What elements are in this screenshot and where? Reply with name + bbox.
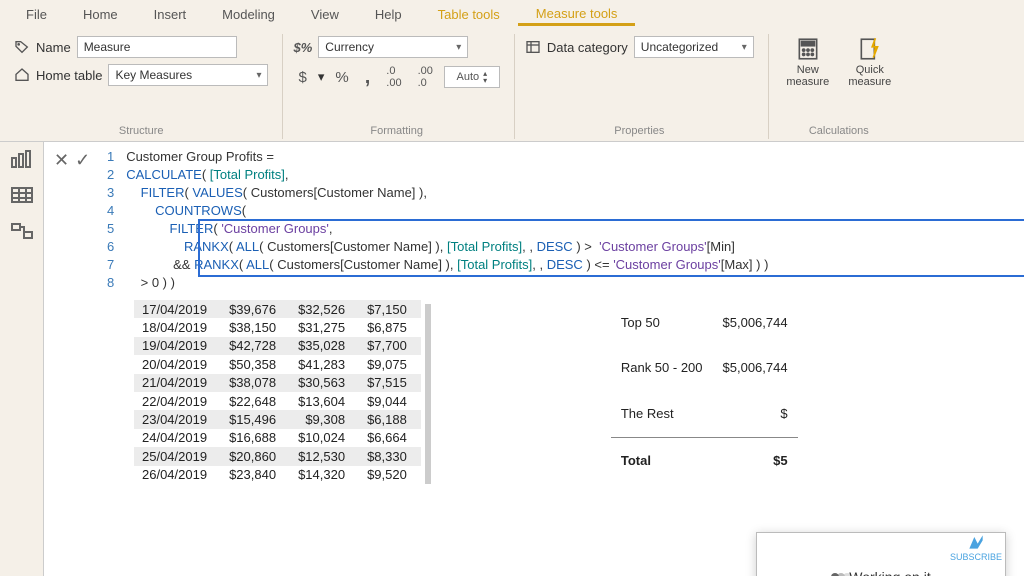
left-data-table[interactable]: 17/04/2019$39,676$32,526$7,15018/04/2019… bbox=[134, 300, 421, 484]
right-summary-table[interactable]: Top 50$5,006,744Rank 50 - 200$5,006,744T… bbox=[611, 300, 798, 484]
decrease-decimal-button[interactable]: .0.00 bbox=[381, 64, 406, 90]
working-text: Working on it bbox=[849, 569, 930, 576]
chevron-down-icon: ▾ bbox=[742, 42, 747, 53]
group-label-properties: Properties bbox=[525, 121, 754, 137]
table-row[interactable]: 17/04/2019$39,676$32,526$7,150 bbox=[134, 300, 421, 318]
data-category-select[interactable]: Uncategorized▾ bbox=[634, 36, 754, 58]
thousands-button[interactable]: , bbox=[360, 65, 376, 90]
table-row[interactable]: 23/04/2019$15,496$9,308$6,188 bbox=[134, 410, 421, 428]
subscribe-watermark: SUBSCRIBE bbox=[950, 532, 1002, 562]
table-row[interactable]: 24/04/2019$16,688$10,024$6,664 bbox=[134, 429, 421, 447]
cancel-formula-button[interactable]: ✕ bbox=[54, 150, 69, 171]
table-row[interactable]: Top 50$5,006,744 bbox=[611, 300, 798, 345]
table-row[interactable]: 21/04/2019$38,078$30,563$7,515 bbox=[134, 374, 421, 392]
home-icon bbox=[14, 67, 30, 83]
model-view-icon[interactable] bbox=[10, 222, 34, 240]
tag-icon bbox=[14, 39, 30, 55]
table-row[interactable]: The Rest$ bbox=[611, 391, 798, 438]
table-row[interactable]: 25/04/2019$20,860$12,530$8,330 bbox=[134, 447, 421, 465]
home-table-select[interactable]: Key Measures▾ bbox=[108, 64, 268, 86]
group-label-structure: Structure bbox=[14, 121, 268, 137]
format-select[interactable]: Currency▾ bbox=[318, 36, 468, 58]
ribbon-group-properties: Data category Uncategorized▾ Properties bbox=[515, 34, 769, 139]
report-view-icon[interactable] bbox=[10, 150, 34, 168]
formula-bar: ✕ ✓ 1Customer Group Profits = 2CALCULATE… bbox=[54, 148, 1014, 292]
menu-table-tools[interactable]: Table tools bbox=[420, 3, 518, 26]
increase-decimal-button[interactable]: .00.0 bbox=[413, 64, 438, 90]
menu-insert[interactable]: Insert bbox=[136, 3, 205, 26]
name-label: Name bbox=[36, 40, 71, 55]
ribbon-group-formatting: $% Currency▾ $ ▾ % , .0.00 .00.0 Auto▴▾ F… bbox=[283, 34, 514, 139]
quick-measure-label: Quick measure bbox=[841, 64, 899, 88]
menu-home[interactable]: Home bbox=[65, 3, 136, 26]
name-input[interactable]: Measure bbox=[77, 36, 237, 58]
percent-button[interactable]: % bbox=[330, 68, 353, 87]
data-view-icon[interactable] bbox=[10, 186, 34, 204]
group-label-formatting: Formatting bbox=[293, 121, 499, 137]
table-row[interactable]: 20/04/2019$50,358$41,283$9,075 bbox=[134, 355, 421, 373]
table-row[interactable]: 18/04/2019$38,150$31,275$6,875 bbox=[134, 318, 421, 336]
visuals-area: 17/04/2019$39,676$32,526$7,15018/04/2019… bbox=[54, 300, 1014, 484]
category-icon bbox=[525, 39, 541, 55]
menu-bar: File Home Insert Modeling View Help Tabl… bbox=[0, 0, 1024, 28]
new-measure-label: New measure bbox=[779, 64, 837, 88]
group-label-calculations: Calculations bbox=[779, 121, 899, 137]
menu-modeling[interactable]: Modeling bbox=[204, 3, 293, 26]
table-row[interactable]: 22/04/2019$22,648$13,604$9,044 bbox=[134, 392, 421, 410]
ribbon-group-structure: Name Measure Home table Key Measures▾ St… bbox=[4, 34, 283, 139]
currency-button[interactable]: $ bbox=[293, 68, 311, 87]
decimal-places-input[interactable]: Auto▴▾ bbox=[444, 66, 500, 88]
menu-view[interactable]: View bbox=[293, 3, 357, 26]
workspace: ✕ ✓ 1Customer Group Profits = 2CALCULATE… bbox=[0, 142, 1024, 576]
dax-editor[interactable]: 1Customer Group Profits = 2CALCULATE( [T… bbox=[98, 148, 1014, 292]
table-row[interactable]: 26/04/2019$23,840$14,320$9,520 bbox=[134, 466, 421, 484]
table-row[interactable]: Rank 50 - 200$5,006,744 bbox=[611, 345, 798, 390]
chevron-down-icon[interactable]: ▾ bbox=[318, 69, 325, 85]
ribbon-group-calculations: New measure Quick measure Calculations bbox=[769, 34, 913, 139]
canvas: ✕ ✓ 1Customer Group Profits = 2CALCULATE… bbox=[44, 142, 1024, 576]
menu-help[interactable]: Help bbox=[357, 3, 420, 26]
chevron-down-icon: ▾ bbox=[256, 70, 261, 81]
chevron-down-icon: ▾ bbox=[456, 42, 461, 53]
format-icon: $% bbox=[293, 40, 312, 55]
data-category-label: Data category bbox=[547, 40, 628, 55]
home-table-label: Home table bbox=[36, 68, 102, 83]
commit-formula-button[interactable]: ✓ bbox=[75, 150, 90, 171]
scrollbar[interactable] bbox=[425, 304, 431, 484]
ribbon: Name Measure Home table Key Measures▾ St… bbox=[0, 28, 1024, 142]
table-row[interactable]: Total$5 bbox=[611, 437, 798, 484]
menu-measure-tools[interactable]: Measure tools bbox=[518, 2, 636, 26]
table-row[interactable]: 19/04/2019$42,728$35,028$7,700 bbox=[134, 337, 421, 355]
views-sidebar bbox=[0, 142, 44, 576]
quick-measure-button[interactable]: Quick measure bbox=[841, 36, 899, 88]
menu-file[interactable]: File bbox=[8, 3, 65, 26]
new-measure-button[interactable]: New measure bbox=[779, 36, 837, 88]
